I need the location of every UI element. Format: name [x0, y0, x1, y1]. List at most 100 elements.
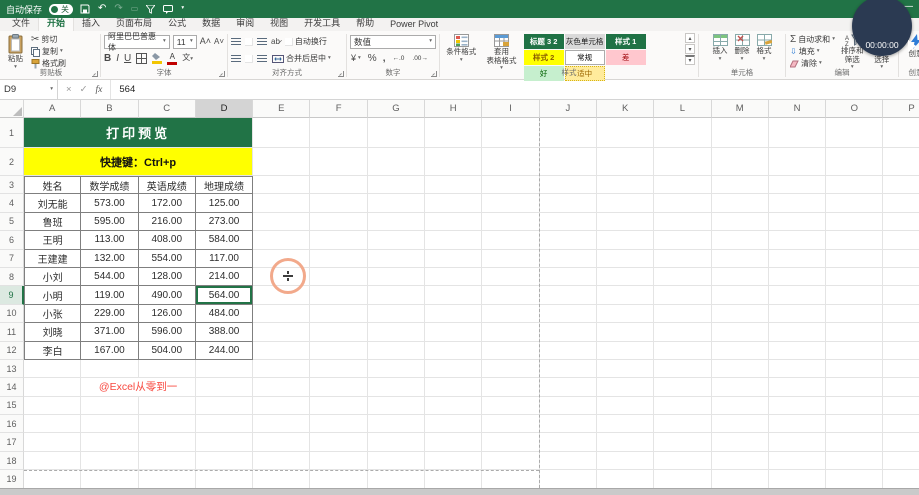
cell-G17[interactable] [368, 433, 425, 451]
cell-F1[interactable] [310, 118, 367, 148]
cell-M3[interactable] [712, 176, 769, 194]
row-header-14[interactable]: 14 [0, 378, 24, 396]
cell-P6[interactable] [883, 231, 919, 249]
cell-I15[interactable] [482, 397, 539, 415]
cell-K19[interactable] [597, 470, 654, 488]
cell-O10[interactable] [826, 305, 883, 323]
cell-G16[interactable] [368, 415, 425, 433]
undo-icon[interactable]: ↶ [98, 4, 106, 14]
cell-K16[interactable] [597, 415, 654, 433]
cell-I9[interactable] [482, 286, 539, 304]
borders-icon[interactable] [136, 53, 147, 64]
cell-K18[interactable] [597, 452, 654, 470]
cell-L2[interactable] [654, 148, 711, 176]
bold-button[interactable]: B [104, 54, 111, 64]
cell-B11[interactable]: 371.00 [81, 323, 138, 341]
cell-L7[interactable] [654, 250, 711, 268]
cell-N4[interactable] [769, 194, 826, 212]
cell-D8[interactable]: 214.00 [196, 268, 253, 286]
insert-function-icon[interactable]: fx [96, 85, 103, 95]
cell-J9[interactable] [540, 286, 597, 304]
cell-A19[interactable] [24, 470, 81, 488]
cell-D3[interactable]: 地理成绩 [196, 176, 253, 194]
cell-J3[interactable] [540, 176, 597, 194]
cell-H11[interactable] [425, 323, 482, 341]
cell-A8[interactable]: 小刘 [24, 268, 81, 286]
cell-N5[interactable] [769, 213, 826, 231]
cell-H14[interactable] [425, 378, 482, 396]
row-header-19[interactable]: 19 [0, 470, 24, 488]
filter-icon[interactable] [146, 5, 155, 14]
cell-E15[interactable] [253, 397, 310, 415]
cell-H8[interactable] [425, 268, 482, 286]
cell-B4[interactable]: 573.00 [81, 194, 138, 212]
font-color-icon[interactable]: A [167, 53, 177, 65]
cell-J12[interactable] [540, 342, 597, 360]
cell-P11[interactable] [883, 323, 919, 341]
cell-M9[interactable] [712, 286, 769, 304]
cell-D15[interactable] [196, 397, 253, 415]
cell-E12[interactable] [253, 342, 310, 360]
cell-P14[interactable] [883, 378, 919, 396]
cell-F19[interactable] [310, 470, 367, 488]
play-icon[interactable] [908, 40, 916, 52]
cell-F3[interactable] [310, 176, 367, 194]
column-header-C[interactable]: C [139, 100, 196, 118]
column-header-D[interactable]: D [196, 100, 253, 118]
cell-K2[interactable] [597, 148, 654, 176]
align-left-icon[interactable] [231, 55, 241, 63]
row-header-8[interactable]: 8 [0, 268, 24, 286]
cell-K1[interactable] [597, 118, 654, 148]
autosum-button[interactable]: Σ自动求和▾ [789, 34, 836, 45]
cell-L15[interactable] [654, 397, 711, 415]
cell-L8[interactable] [654, 268, 711, 286]
cell-M17[interactable] [712, 433, 769, 451]
row-header-13[interactable]: 13 [0, 360, 24, 378]
cell-J6[interactable] [540, 231, 597, 249]
cell-O11[interactable] [826, 323, 883, 341]
align-top-icon[interactable] [231, 38, 241, 46]
cell-F2[interactable] [310, 148, 367, 176]
row-header-18[interactable]: 18 [0, 452, 24, 470]
cell-O18[interactable] [826, 452, 883, 470]
cell-C8[interactable]: 128.00 [139, 268, 196, 286]
cell-P10[interactable] [883, 305, 919, 323]
cell-style-常规[interactable]: 常规 [565, 50, 605, 65]
cell-C10[interactable]: 126.00 [139, 305, 196, 323]
italic-button[interactable]: I [116, 54, 119, 64]
copy-button[interactable]: 复制▾ [30, 46, 67, 57]
cell-J13[interactable] [540, 360, 597, 378]
cell-F10[interactable] [310, 305, 367, 323]
cell-G2[interactable] [368, 148, 425, 176]
cell-B15[interactable] [81, 397, 138, 415]
cell-B8[interactable]: 544.00 [81, 268, 138, 286]
column-header-P[interactable]: P [883, 100, 919, 118]
cell-F9[interactable] [310, 286, 367, 304]
column-header-I[interactable]: I [482, 100, 539, 118]
cell-P3[interactable] [883, 176, 919, 194]
cell-E10[interactable] [253, 305, 310, 323]
cell-I2[interactable] [482, 148, 539, 176]
cell-H10[interactable] [425, 305, 482, 323]
cell-H2[interactable] [425, 148, 482, 176]
cell-E1[interactable] [253, 118, 310, 148]
column-header-L[interactable]: L [654, 100, 711, 118]
cell-N16[interactable] [769, 415, 826, 433]
cell-H3[interactable] [425, 176, 482, 194]
cell-J10[interactable] [540, 305, 597, 323]
comma-button[interactable]: , [383, 54, 386, 64]
cell-L17[interactable] [654, 433, 711, 451]
cell-C13[interactable] [139, 360, 196, 378]
row-header-2[interactable]: 2 [0, 148, 24, 176]
cell-E17[interactable] [253, 433, 310, 451]
column-header-N[interactable]: N [769, 100, 826, 118]
cell-F13[interactable] [310, 360, 367, 378]
cell-D12[interactable]: 244.00 [196, 342, 253, 360]
cell-M1[interactable] [712, 118, 769, 148]
gallery-more-icon[interactable]: ▾ [685, 55, 695, 65]
shortcut-cell[interactable]: 快捷键：Ctrl+p [24, 148, 253, 176]
cell-L19[interactable] [654, 470, 711, 488]
cell-G13[interactable] [368, 360, 425, 378]
cell-P19[interactable] [883, 470, 919, 488]
cell-K7[interactable] [597, 250, 654, 268]
